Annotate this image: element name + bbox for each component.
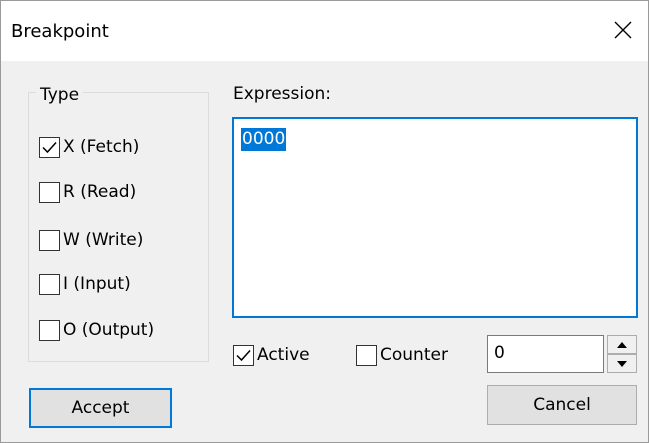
- active-label: Active: [257, 345, 310, 365]
- expression-textarea[interactable]: 0000: [232, 117, 638, 318]
- checkbox-read[interactable]: [39, 181, 60, 203]
- counter-value: 0: [494, 343, 505, 363]
- type-group-legend: Type: [36, 85, 84, 105]
- type-option-label: W (Write): [63, 230, 144, 250]
- checkbox-output[interactable]: [39, 319, 60, 341]
- type-option-fetch[interactable]: X (Fetch): [39, 134, 139, 160]
- type-option-input[interactable]: I (Input): [39, 271, 131, 297]
- counter-value-input[interactable]: 0: [487, 335, 604, 373]
- dialog-title: Breakpoint: [11, 21, 109, 42]
- cancel-button[interactable]: Cancel: [487, 385, 637, 425]
- type-option-label: R (Read): [63, 182, 137, 202]
- expression-label: Expression:: [233, 84, 332, 104]
- spin-down-button[interactable]: [607, 354, 637, 373]
- accept-button[interactable]: Accept: [29, 388, 172, 428]
- title-bar: Breakpoint: [1, 1, 648, 61]
- counter-option[interactable]: Counter: [356, 342, 448, 368]
- checkbox-input[interactable]: [39, 273, 60, 295]
- close-icon: [614, 21, 632, 39]
- counter-checkbox[interactable]: [356, 344, 377, 366]
- type-option-write[interactable]: W (Write): [39, 227, 143, 253]
- checkbox-write[interactable]: [39, 229, 60, 251]
- spin-up-button[interactable]: [607, 335, 637, 354]
- counter-label: Counter: [380, 345, 448, 365]
- active-option[interactable]: Active: [233, 342, 310, 368]
- type-option-label: O (Output): [63, 320, 155, 340]
- type-option-label: X (Fetch): [63, 137, 140, 157]
- checkmark-icon: [42, 141, 57, 153]
- close-button[interactable]: [600, 10, 646, 50]
- checkmark-icon: [236, 349, 251, 361]
- type-option-read[interactable]: R (Read): [39, 179, 136, 205]
- type-option-output[interactable]: O (Output): [39, 317, 154, 343]
- triangle-down-icon: [617, 360, 627, 367]
- checkbox-fetch[interactable]: [39, 136, 60, 158]
- type-option-label: I (Input): [63, 274, 131, 294]
- active-checkbox[interactable]: [233, 344, 254, 366]
- breakpoint-dialog: Breakpoint Type X (Fetch) R (Read) W (Wr…: [0, 0, 649, 443]
- triangle-up-icon: [617, 341, 627, 348]
- expression-selected-text: 0000: [241, 128, 287, 151]
